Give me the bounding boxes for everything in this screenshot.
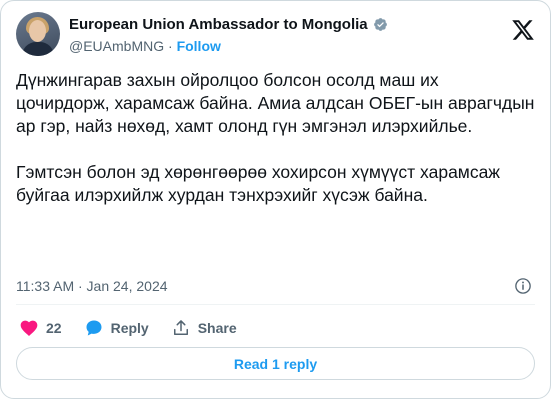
tweet-card[interactable]: European Union Ambassador to Mongolia @E… <box>0 0 551 399</box>
like-button[interactable]: 22 <box>19 318 62 338</box>
share-button[interactable]: Share <box>171 318 237 338</box>
tweet-text: Дүнжингарав захын ойролцоо болсон осолд … <box>16 70 535 205</box>
tweet-timestamp[interactable]: 11:33 AM · Jan 24, 2024 <box>16 278 168 294</box>
tweet-header: European Union Ambassador to Mongolia @E… <box>16 12 535 62</box>
share-label: Share <box>197 320 237 336</box>
author-handle-row: @EUAmbMNG · Follow <box>69 38 221 54</box>
reply-button[interactable]: Reply <box>84 318 149 338</box>
author-name[interactable]: European Union Ambassador to Mongolia <box>69 16 368 33</box>
read-replies-button[interactable]: Read 1 reply <box>16 347 535 380</box>
divider <box>16 304 535 305</box>
avatar[interactable] <box>16 12 60 56</box>
author-handle[interactable]: @EUAmbMNG <box>69 38 164 54</box>
separator-dot: · <box>168 38 173 54</box>
likes-count: 22 <box>46 320 62 336</box>
x-logo-icon[interactable] <box>511 18 535 42</box>
follow-button[interactable]: Follow <box>177 38 221 54</box>
verified-badge-icon <box>373 18 387 31</box>
author-name-row: European Union Ambassador to Mongolia <box>69 16 388 33</box>
share-icon <box>173 320 188 335</box>
reply-label: Reply <box>110 320 149 336</box>
info-icon[interactable] <box>514 277 532 295</box>
reply-bubble-icon <box>86 320 102 336</box>
tweet-actions: 22 Reply Share <box>19 318 259 338</box>
heart-icon <box>20 320 38 336</box>
